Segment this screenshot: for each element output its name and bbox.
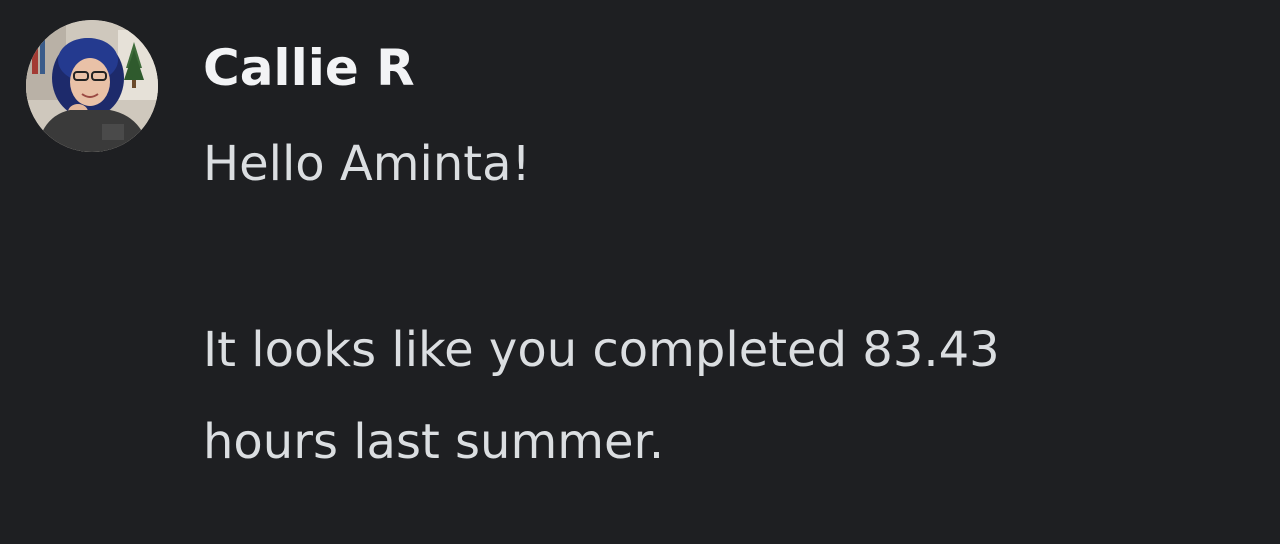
user-avatar-icon <box>26 20 158 152</box>
author-name[interactable]: Callie R <box>203 28 415 108</box>
message-line: It looks like you completed 83.43 <box>203 322 1000 378</box>
message-line: hours last summer. <box>203 414 665 470</box>
message-line: Hello Aminta! <box>203 136 531 192</box>
avatar[interactable] <box>26 20 158 152</box>
chat-message: Callie R Hello Aminta! It looks like you… <box>0 0 1280 544</box>
